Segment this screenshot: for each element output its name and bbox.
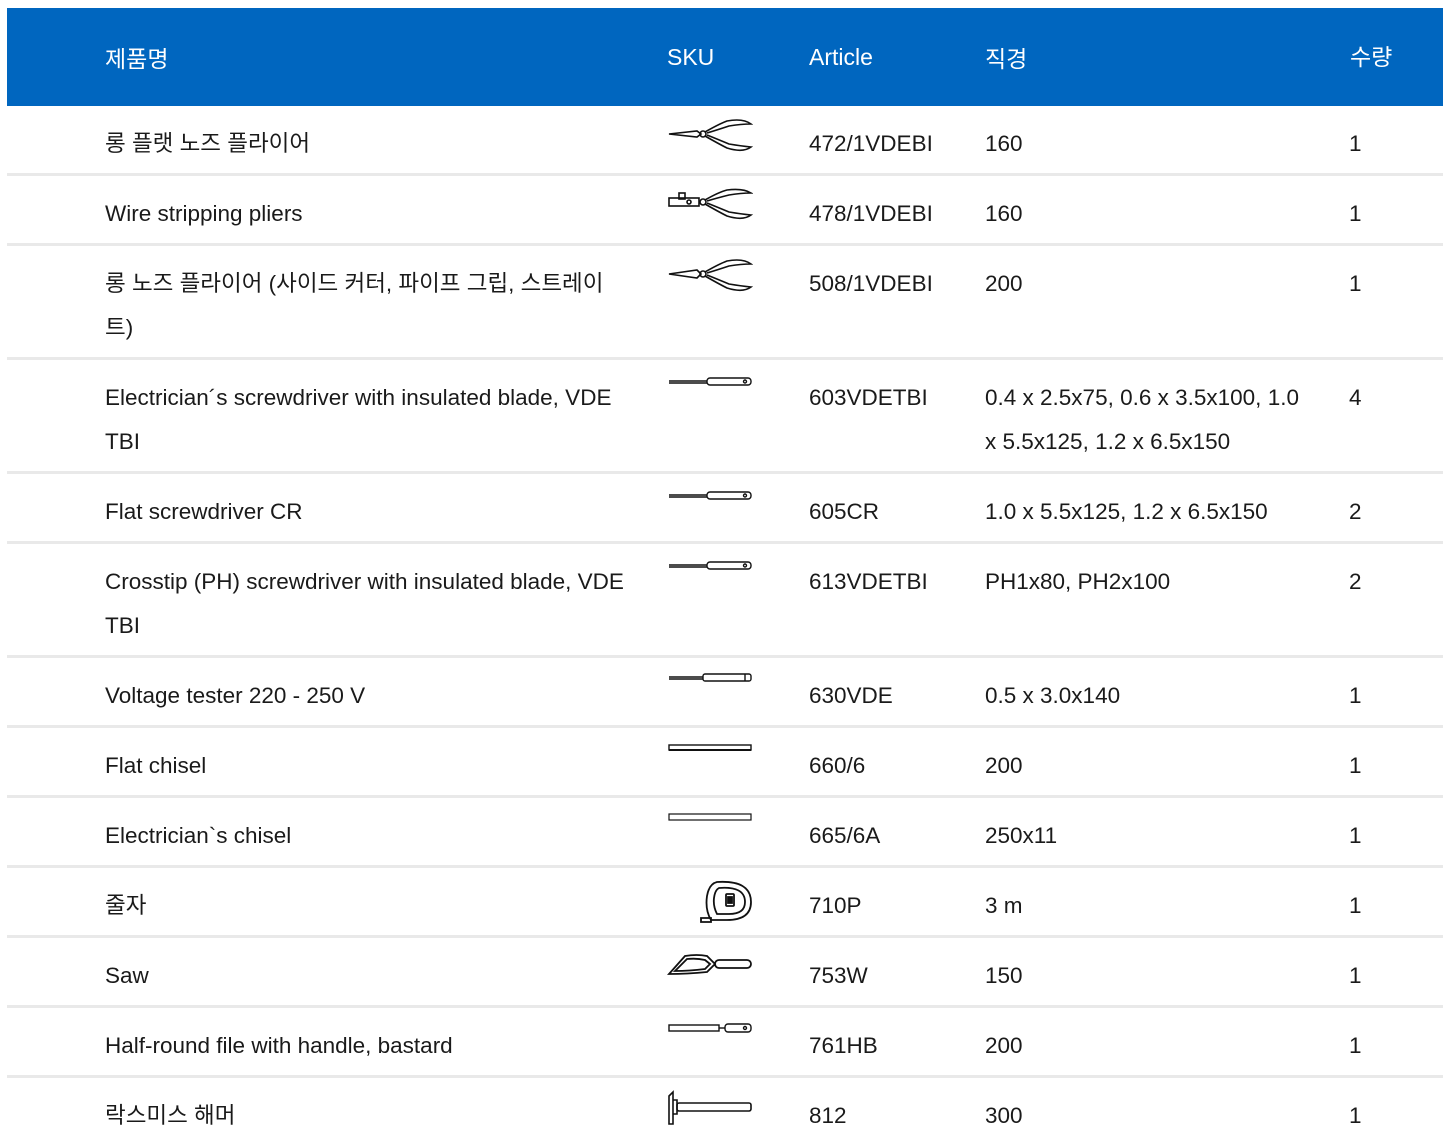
quantity: 1: [1349, 963, 1362, 988]
diameter: 3 m: [985, 893, 1023, 918]
hammer-icon: [667, 1090, 753, 1126]
crosstip-screwdriver-icon: [667, 556, 753, 592]
diameter: 1.0 x 5.5x125, 1.2 x 6.5x150: [985, 499, 1268, 524]
quantity: 1: [1349, 683, 1362, 708]
half-round-file-icon: [667, 1020, 753, 1056]
article-number: 660/6: [809, 753, 866, 778]
quantity: 2: [1349, 499, 1362, 524]
table-row: Crosstip (PH) screwdriver with insulated…: [7, 544, 1443, 658]
header-diameter: 직경: [985, 46, 1028, 72]
table-row: 롱 플랫 노즈 플라이어 472/1VDEBI 160 1: [7, 106, 1443, 176]
product-name: 롱 노즈 플라이어 (사이드 커터, 파이프 그립, 스트레이트): [105, 271, 604, 340]
voltage-tester-icon: [667, 670, 753, 706]
article-number: 508/1VDEBI: [809, 271, 933, 296]
diameter: 160: [985, 131, 1023, 156]
quantity: 2: [1349, 569, 1362, 594]
header-quantity-line1: 수: [1350, 43, 1372, 70]
product-name: Half-round file with handle, bastard: [105, 1033, 453, 1058]
product-name: 롱 플랫 노즈 플라이어: [105, 131, 311, 156]
article-number: 605CR: [809, 499, 880, 524]
quantity: 1: [1349, 893, 1362, 918]
article-number: 710P: [809, 893, 862, 918]
flat-screwdriver-icon: [667, 486, 753, 522]
article-number: 761HB: [809, 1033, 878, 1058]
table-row: Saw 753W 150 1: [7, 938, 1443, 1008]
table-row: Half-round file with handle, bastard 761…: [7, 1008, 1443, 1078]
diameter: 300: [985, 1103, 1023, 1128]
table-row: Flat screwdriver CR 605CR 1.0 x 5.5x125,…: [7, 474, 1443, 544]
article-number: 665/6A: [809, 823, 881, 848]
long-flat-nose-pliers-icon: [667, 118, 753, 154]
diameter: 160: [985, 201, 1023, 226]
product-name: 락스미스 해머: [105, 1103, 236, 1128]
diameter: 200: [985, 753, 1023, 778]
quantity: 1: [1349, 201, 1362, 226]
diameter: 0.4 x 2.5x75, 0.6 x 3.5x100, 1.0 x 5.5x1…: [985, 385, 1299, 454]
tape-measure-icon: [667, 880, 753, 923]
table-row: Flat chisel 660/6 200 1: [7, 728, 1443, 798]
table-row: 롱 노즈 플라이어 (사이드 커터, 파이프 그립, 스트레이트) 508/1V…: [7, 246, 1443, 360]
diameter: 0.5 x 3.0x140: [985, 683, 1121, 708]
product-name: Voltage tester 220 - 250 V: [105, 683, 366, 708]
article-number: 812: [809, 1103, 847, 1128]
header-sku: SKU: [667, 43, 715, 70]
wire-stripping-pliers-icon: [667, 188, 753, 224]
table-row: 줄자 710P 3 m 1: [7, 868, 1443, 938]
article-number: 478/1VDEBI: [809, 201, 933, 226]
screwdriver-icon: [667, 372, 753, 408]
table-row: Electrician´s screwdriver with insulated…: [7, 360, 1443, 474]
table-row: 락스미스 해머 812 300 1: [7, 1078, 1443, 1145]
table-header: 제품명 SKU Article 직경 수 량: [7, 8, 1443, 106]
product-name: Flat chisel: [105, 753, 207, 778]
quantity: 1: [1349, 1103, 1362, 1128]
header-quantity: 수 량: [1350, 8, 1392, 106]
diameter: 200: [985, 271, 1023, 296]
header-quantity-line2: 량: [1371, 43, 1393, 70]
article-number: 603VDETBI: [809, 385, 928, 410]
product-name: Electrician´s screwdriver with insulated…: [105, 385, 612, 454]
article-number: 630VDE: [809, 683, 893, 708]
article-number: 613VDETBI: [809, 569, 928, 594]
flat-chisel-icon: [667, 740, 753, 776]
header-article: Article: [809, 43, 873, 70]
product-name: Electrician`s chisel: [105, 823, 292, 848]
diameter: 150: [985, 963, 1023, 988]
product-name: Flat screwdriver CR: [105, 499, 303, 524]
table-row: Wire stripping pliers 478/1VDEBI 160 1: [7, 176, 1443, 246]
article-number: 472/1VDEBI: [809, 131, 933, 156]
article-number: 753W: [809, 963, 868, 988]
table-row: Electrician`s chisel 665/6A 250x11 1: [7, 798, 1443, 868]
diameter: PH1x80, PH2x100: [985, 569, 1171, 594]
product-name: Wire stripping pliers: [105, 201, 303, 226]
quantity: 4: [1349, 385, 1362, 410]
table-row: Voltage tester 220 - 250 V 630VDE 0.5 x …: [7, 658, 1443, 728]
diameter: 250x11: [985, 823, 1058, 848]
tool-table: 제품명 SKU Article 직경 수 량 롱 플랫 노즈 플라이어 472/…: [7, 8, 1443, 1145]
product-name: 줄자: [105, 893, 147, 918]
saw-icon: [667, 950, 753, 986]
electricians-chisel-icon: [667, 810, 753, 846]
quantity: 1: [1349, 271, 1362, 296]
quantity: 1: [1349, 823, 1362, 848]
product-name: Crosstip (PH) screwdriver with insulated…: [105, 569, 624, 638]
quantity: 1: [1349, 1033, 1362, 1058]
diameter: 200: [985, 1033, 1023, 1058]
quantity: 1: [1349, 131, 1362, 156]
quantity: 1: [1349, 753, 1362, 778]
header-product-name: 제품명: [105, 46, 169, 72]
long-nose-pliers-icon: [667, 258, 753, 294]
product-name: Saw: [105, 963, 149, 988]
